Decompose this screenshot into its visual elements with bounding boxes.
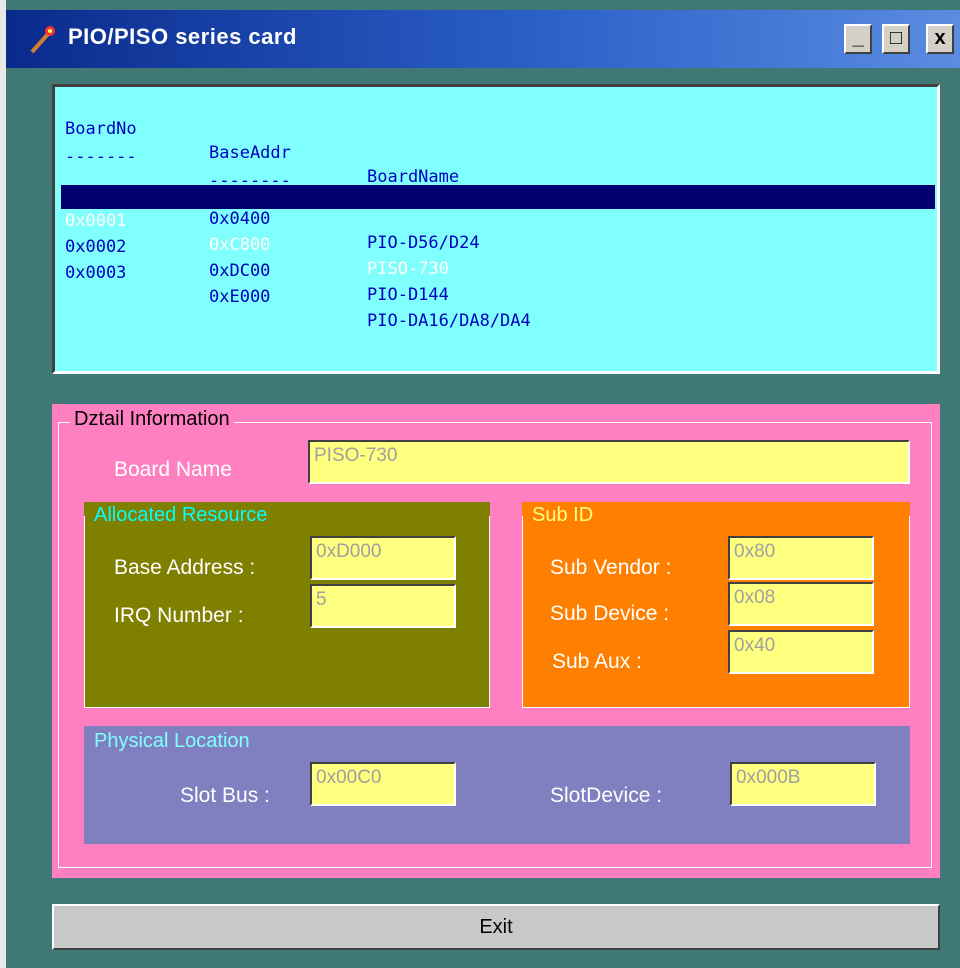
base-address-field[interactable]: 0xD000 [310, 536, 456, 580]
sub-id-legend: Sub ID [528, 504, 598, 527]
base-addr: 0xDC00 [209, 261, 271, 281]
close-button[interactable]: x [926, 24, 954, 54]
list-item-selected[interactable]: 0x0001 0xC800 PISO-730 [61, 185, 935, 279]
list-header-row: BoardNo BaseAddr BoardName [61, 93, 935, 187]
slot-bus-label: Slot Bus : [180, 784, 270, 807]
sub-aux-field[interactable]: 0x40 [728, 630, 874, 674]
slot-device-field[interactable]: 0x000B [730, 762, 876, 806]
list-item[interactable]: 0x0003 0xE000 PIO-DA16/DA8/DA4 [61, 237, 935, 331]
allocated-resource-group: Allocated Resource Base Address : 0xD000… [84, 502, 490, 708]
board-listbox[interactable]: BoardNo BaseAddr BoardName ------- -----… [52, 84, 940, 374]
sub-vendor-label: Sub Vendor : [550, 556, 672, 579]
list-item[interactable]: 0x0000 0x0400 PIO-D56/D24 [61, 159, 935, 253]
sub-device-field[interactable]: 0x08 [728, 582, 874, 626]
slot-bus-field[interactable]: 0x00C0 [310, 762, 456, 806]
sub-vendor-field[interactable]: 0x80 [728, 536, 874, 580]
maximize-button[interactable]: □ [882, 24, 910, 54]
window-title: PIO/PISO series card [68, 24, 297, 49]
base-addr: 0xE000 [209, 287, 271, 307]
detail-panel: Dztail Information Board Name PISO-730 A… [52, 404, 940, 878]
irq-number-label: IRQ Number : [114, 604, 244, 627]
physical-legend: Physical Location [90, 730, 254, 753]
sub-id-group: Sub ID Sub Vendor : 0x80 Sub Device : 0x… [522, 502, 910, 708]
title-bar[interactable]: PIO/PISO series card _ □ x [6, 10, 960, 68]
app-window: PIO/PISO series card _ □ x BoardNo BaseA… [0, 0, 960, 968]
board-name: PIO-DA16/DA8/DA4 [367, 311, 531, 331]
base-address-label: Base Address : [114, 556, 256, 579]
irq-number-field[interactable]: 5 [310, 584, 456, 628]
board-name-field[interactable]: PISO-730 [308, 440, 910, 484]
board-name-label: Board Name [114, 458, 232, 481]
list-item[interactable]: 0x0002 0xDC00 PIO-D144 [61, 211, 935, 305]
board-name: PIO-D144 [367, 285, 449, 305]
physical-location-group: Physical Location Slot Bus : 0x00C0 Slot… [84, 726, 910, 844]
sub-aux-label: Sub Aux : [552, 650, 642, 673]
wand-icon [30, 26, 55, 54]
minimize-button[interactable]: _ [844, 24, 872, 54]
board-no: 0x0003 [65, 263, 127, 283]
sub-device-label: Sub Device : [550, 602, 670, 625]
list-separator-row: ------- -------- ---------------------- [61, 121, 935, 215]
exit-button[interactable]: Exit [52, 904, 940, 950]
allocated-legend: Allocated Resource [90, 504, 272, 527]
slot-device-label: SlotDevice : [550, 784, 663, 807]
detail-legend: Dztail Information [70, 408, 234, 431]
